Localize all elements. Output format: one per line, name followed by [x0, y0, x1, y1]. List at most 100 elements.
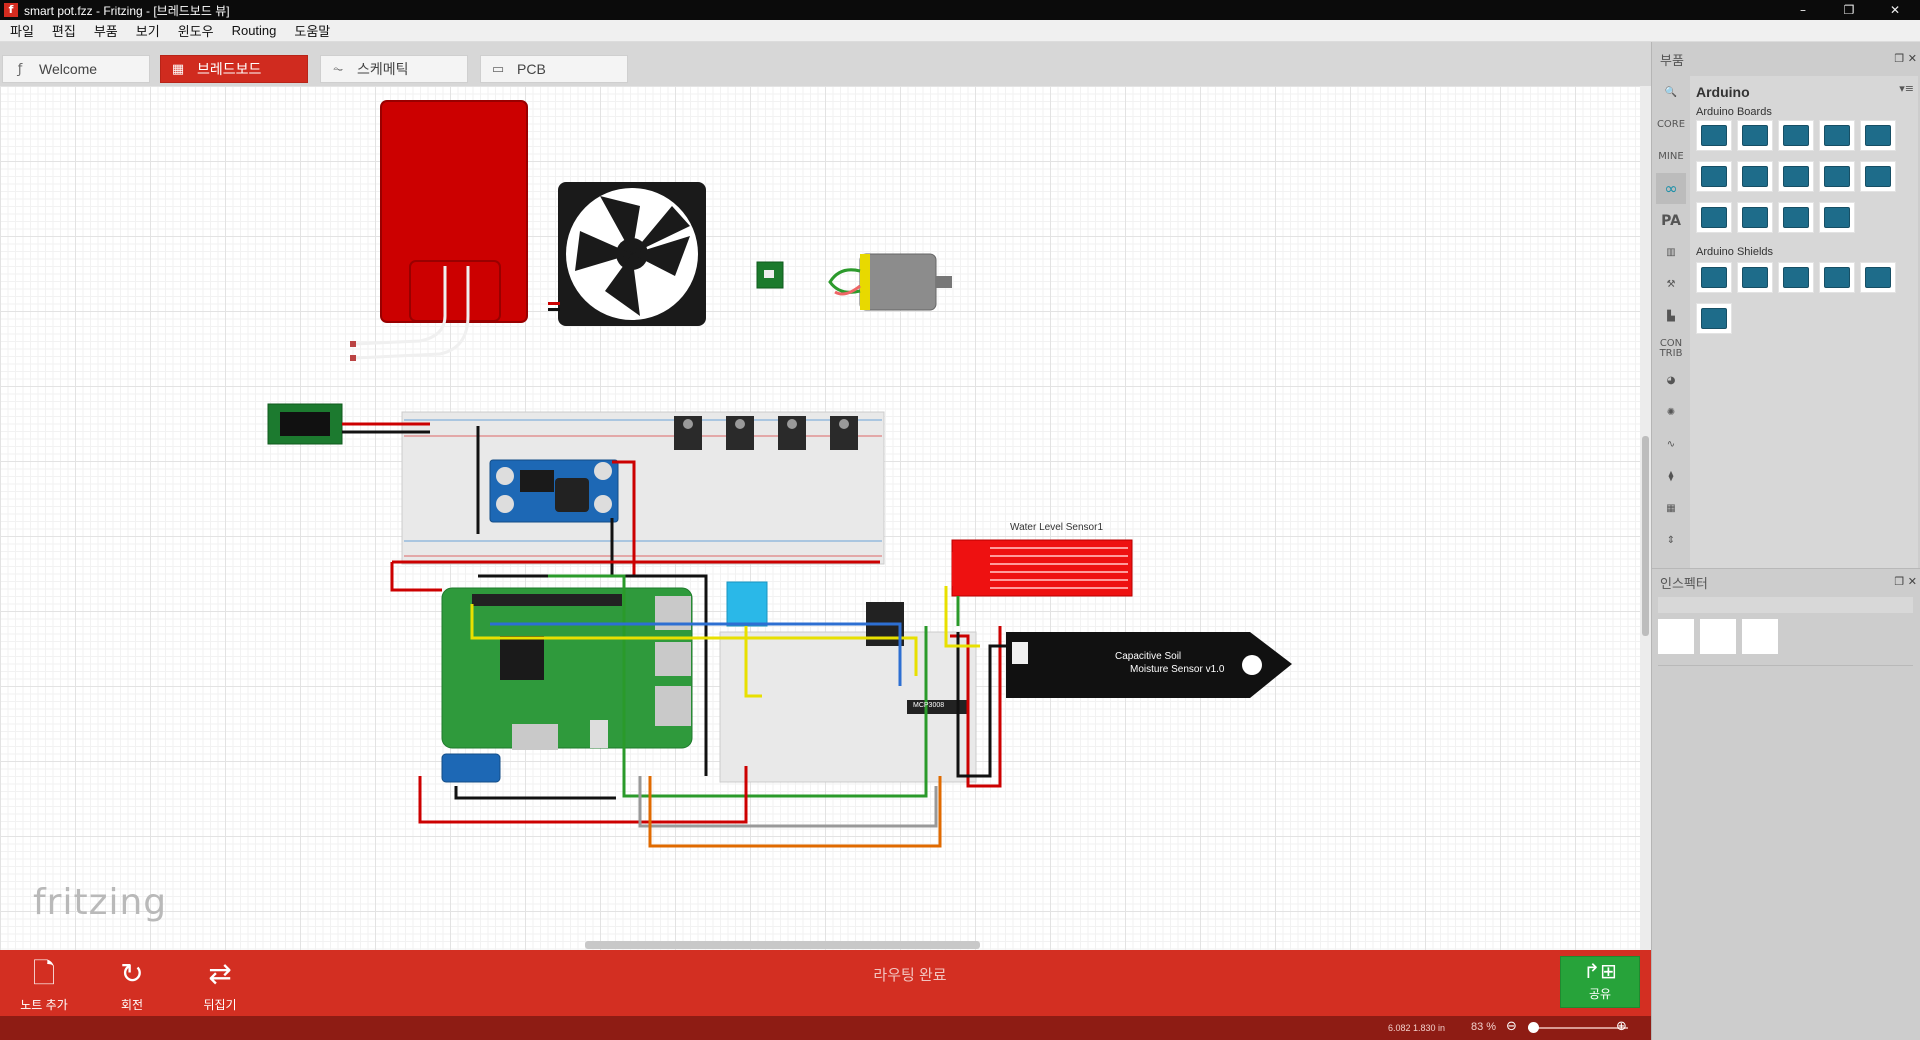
window-title: smart pot.fzz - Fritzing - [브레드보드 뷰] [24, 3, 230, 18]
bin-contrib[interactable]: CON TRIB [1656, 333, 1686, 364]
part-thumbnail[interactable] [1696, 303, 1732, 334]
fritzing-watermark: fritzing [33, 882, 168, 923]
part-thumbnail[interactable] [1737, 161, 1773, 192]
flip-label: 뒤집기 [203, 998, 237, 1012]
menu-help[interactable]: 도움말 [294, 21, 342, 40]
part-thumbnail[interactable] [1696, 161, 1732, 192]
part-thumbnail[interactable] [1819, 202, 1855, 233]
part-thumbnail[interactable] [1819, 120, 1855, 151]
minimize-button[interactable]: – [1780, 0, 1826, 20]
inspector-divider [1658, 665, 1913, 666]
inspector-breadboard-preview [1658, 619, 1694, 654]
zoom-in-icon[interactable]: ⊕ [1616, 1019, 1627, 1034]
ribbon-bin-icon[interactable]: ⧫ [1656, 461, 1686, 492]
pa-bin-icon[interactable]: PA [1656, 205, 1686, 236]
part-thumbnail[interactable] [1696, 262, 1732, 293]
water-sensor-label: Water Level Sensor1 [1010, 522, 1104, 533]
part-thumbnail[interactable] [1819, 161, 1855, 192]
restore-button[interactable]: ❐ [1826, 0, 1872, 20]
inspector-header-label: 인스펙터 [1660, 575, 1708, 591]
tab-pcb[interactable]: ▭ PCB [480, 55, 628, 83]
menu-file[interactable]: 파일 [10, 21, 46, 40]
bin-core[interactable]: CORE [1656, 109, 1686, 140]
seeed-bin-icon[interactable]: ✺ [1656, 397, 1686, 428]
menu-window[interactable]: 윈도우 [178, 21, 226, 40]
part-thumbnail[interactable] [1737, 120, 1773, 151]
tool-bin-icon[interactable]: ⚒ [1656, 269, 1686, 300]
fritzing-app-icon: f [4, 3, 18, 17]
part-thumbnail[interactable] [1696, 202, 1732, 233]
part-thumbnail[interactable] [1778, 120, 1814, 151]
part-thumbnail[interactable] [1860, 120, 1896, 151]
water-level-sensor-part [951, 539, 1133, 597]
close-button[interactable]: ✕ [1872, 0, 1918, 20]
wave-bin-icon[interactable]: ∿ [1656, 429, 1686, 460]
breadboard-canvas[interactable]: Water Level Sensor1 Capacitive Soil Mois… [0, 86, 1640, 950]
right-dock: 부품 ❐ ✕ 🔍 CORE MINE ∞ PA ▥ ⚒ ▙ CON TRIB ◕… [1651, 42, 1920, 1040]
zoom-slider-handle[interactable] [1528, 1022, 1539, 1033]
share-button[interactable]: ↱⊞ 공유 [1560, 956, 1640, 1008]
menu-bar: 파일 편집 부품 보기 윈도우 Routing 도움말 [0, 20, 1920, 42]
share-label: 공유 [1588, 987, 1612, 1001]
part-thumbnail[interactable] [1737, 262, 1773, 293]
factory-bin-icon[interactable]: ▙ [1656, 301, 1686, 332]
tab-welcome-label: Welcome [39, 61, 98, 77]
part-thumbnail[interactable] [1778, 202, 1814, 233]
chip-bin-icon[interactable]: ▥ [1656, 237, 1686, 268]
part-thumbnail[interactable] [1778, 262, 1814, 293]
vertical-scroll-thumb[interactable] [1642, 436, 1649, 636]
shields-section-title: Arduino Shields [1696, 246, 1774, 258]
parts-dock-controls[interactable]: ❐ ✕ [1894, 52, 1917, 65]
menu-edit[interactable]: 편집 [52, 21, 88, 40]
rotate-button[interactable]: ↻ 회전 [92, 958, 172, 1013]
circuit-drawing [267, 100, 1292, 848]
bin-mine[interactable]: MINE [1656, 141, 1686, 172]
share-icon: ↱⊞ [1583, 959, 1617, 983]
schematic-icon: ⏦ [332, 61, 344, 77]
tab-breadboard-label: 브레드보드 [197, 61, 262, 77]
add-note-button[interactable]: 🗋 노트 추가 [4, 958, 84, 1013]
tab-schematic[interactable]: ⏦ 스케메틱 [320, 55, 468, 83]
zoom-slider[interactable] [1528, 1027, 1628, 1029]
tab-pcb-label: PCB [517, 61, 546, 77]
part-thumbnail[interactable] [1819, 262, 1855, 293]
flip-icon: ⇄ [208, 957, 232, 990]
rotate-label: 회전 [120, 998, 144, 1012]
view-tab-bar: ƒ Welcome ▦ 브레드보드 ⏦ 스케메틱 ▭ PCB [0, 42, 1651, 86]
part-thumbnail[interactable] [1860, 161, 1896, 192]
part-thumbnail[interactable] [1778, 161, 1814, 192]
menu-view[interactable]: 보기 [136, 21, 172, 40]
canvas-vertical-scrollbar[interactable] [1640, 86, 1651, 950]
breadboard-top [401, 411, 885, 565]
part-thumbnail[interactable] [1860, 262, 1896, 293]
bin-scroll-icon[interactable]: ⇕ [1656, 525, 1686, 556]
sparkfun-bin-icon[interactable]: ◕ [1656, 365, 1686, 396]
parts-bin-content: Arduino ▾≡ Arduino Boards Arduino Shield… [1690, 76, 1918, 610]
search-icon[interactable]: 🔍 [1656, 77, 1686, 108]
bin-title: Arduino [1696, 84, 1750, 100]
arduino-bin-icon[interactable]: ∞ [1656, 173, 1686, 204]
menu-routing[interactable]: Routing [232, 23, 289, 38]
bottom-toolbar: 🗋 노트 추가 ↻ 회전 ⇄ 뒤집기 라우팅 완료 ↱⊞ 공유 [0, 950, 1651, 1016]
usb-power-module-part [441, 753, 501, 783]
fan-part [548, 182, 706, 326]
ic-bin-icon[interactable]: ▦ [1656, 493, 1686, 524]
inspector-dock-controls[interactable]: ❐ ✕ [1894, 575, 1917, 588]
tab-schematic-label: 스케메틱 [357, 61, 409, 77]
part-thumbnail[interactable] [1737, 202, 1773, 233]
tab-breadboard[interactable]: ▦ 브레드보드 [160, 55, 308, 83]
zoom-out-icon[interactable]: ⊖ [1506, 1019, 1517, 1034]
canvas-horizontal-scrollbar[interactable] [585, 941, 980, 949]
parts-header-label: 부품 [1660, 52, 1684, 68]
bin-menu-icon[interactable]: ▾≡ [1899, 82, 1914, 95]
cursor-coordinates: 6.082 1.830 in [1388, 1023, 1446, 1033]
note-icon: 🗋 [32, 957, 56, 990]
part-thumbnail[interactable] [1696, 120, 1732, 151]
rotate-icon: ↻ [120, 957, 144, 990]
flip-button[interactable]: ⇄ 뒤집기 [180, 958, 260, 1013]
tab-welcome[interactable]: ƒ Welcome [2, 55, 150, 83]
parts-bin-tabs: 🔍 CORE MINE ∞ PA ▥ ⚒ ▙ CON TRIB ◕ ✺ ∿ ⧫ … [1656, 76, 1690, 612]
chip-label: MCP3008 [913, 702, 945, 709]
menu-part[interactable]: 부품 [94, 21, 130, 40]
soil-sensor-label-line2: Moisture Sensor v1.0 [1130, 664, 1225, 675]
